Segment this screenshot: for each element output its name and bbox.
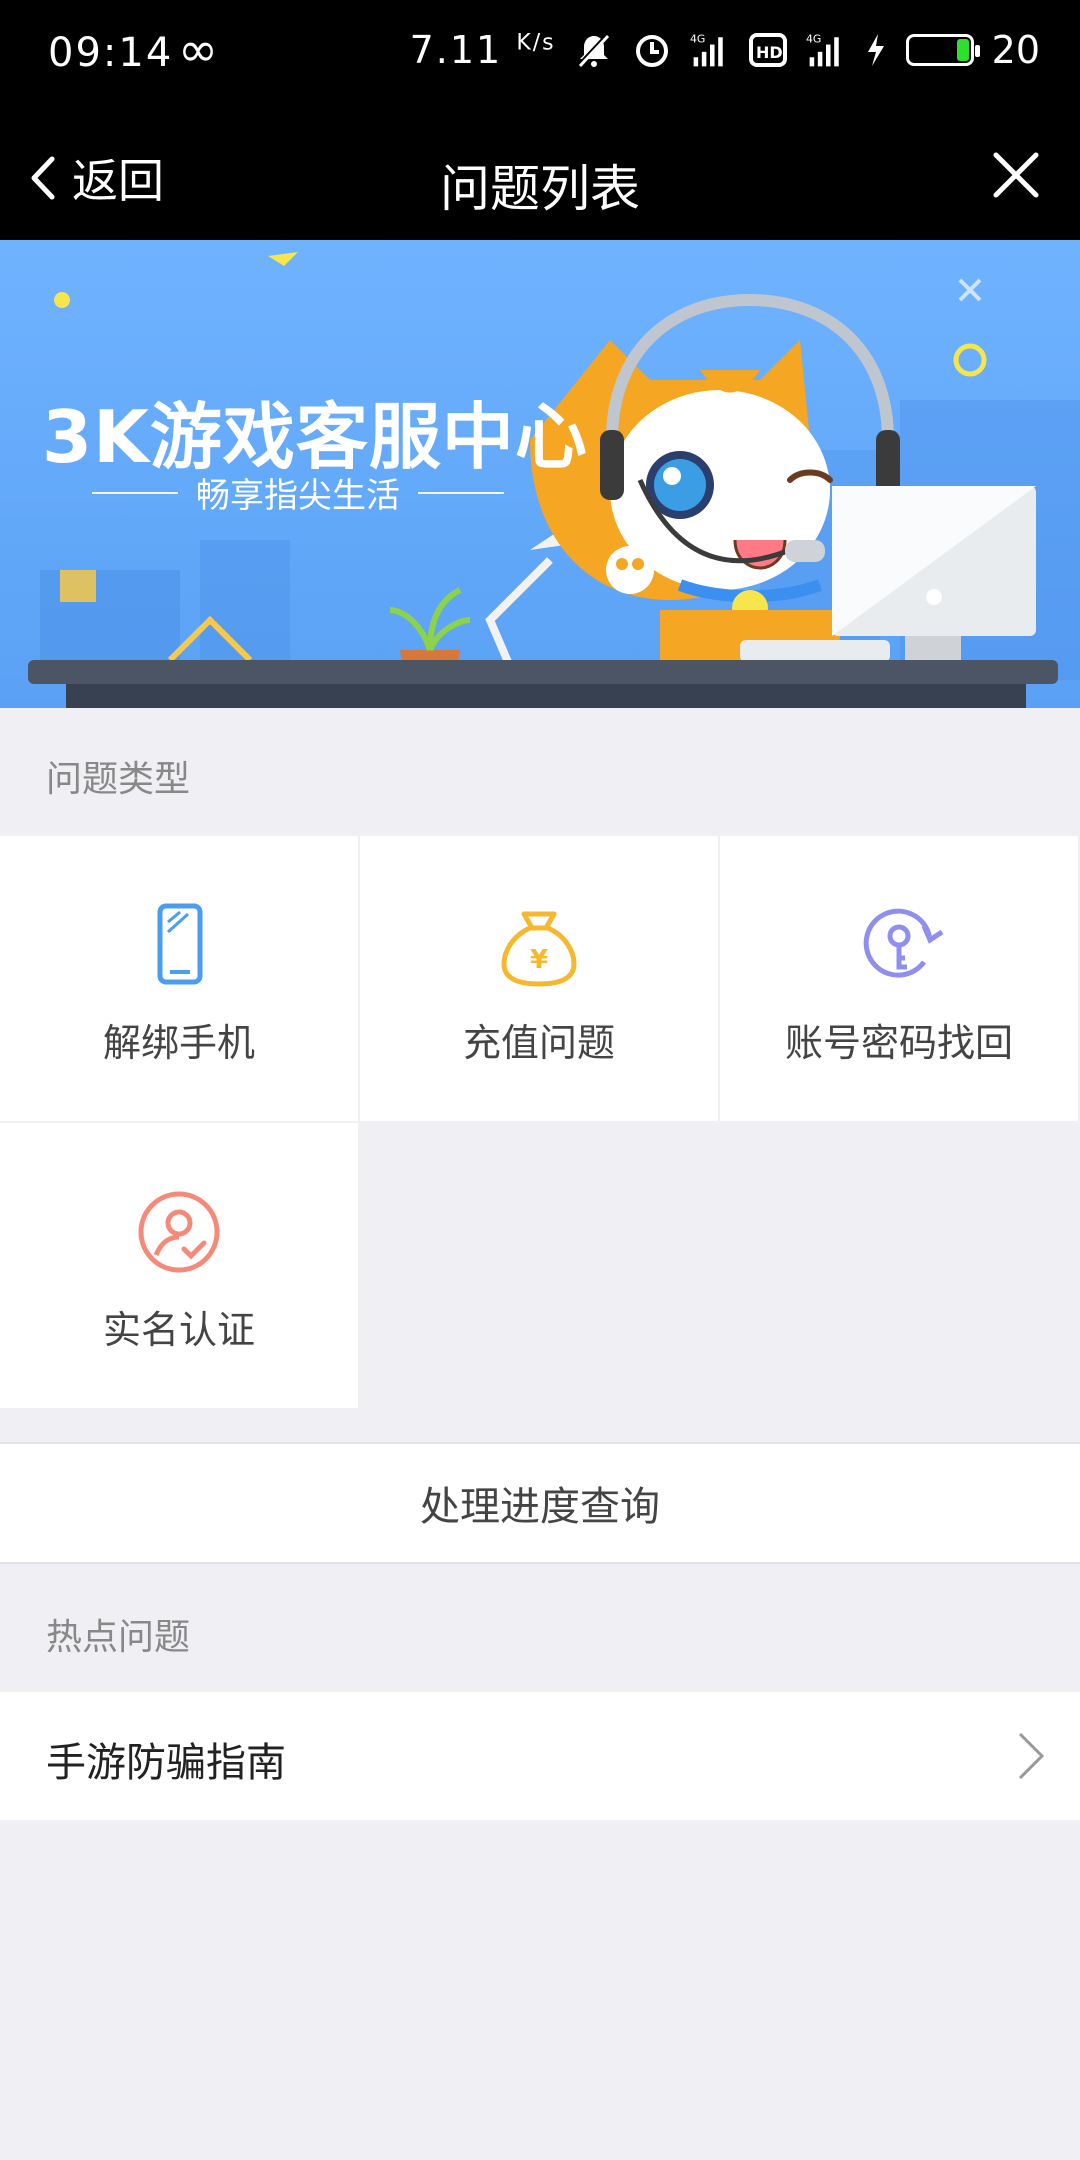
progress-query-button[interactable]: 处理进度查询: [0, 1442, 1080, 1564]
status-icons: 7.11 K/s 4G HD 4G 20: [410, 28, 1040, 72]
user-verify-icon: [138, 1191, 220, 1273]
divider: [92, 491, 178, 494]
battery-level: 20: [991, 28, 1040, 72]
status-bar: 09:14 ∞ 7.11 K/s 4G HD 4G 20: [0, 0, 1080, 115]
nav-bar: 返回 问题列表: [0, 115, 1080, 240]
infinity-icon: ∞: [178, 22, 218, 78]
grid-item-label: 充值问题: [462, 1021, 615, 1065]
section-label-hot-issues: 热点问题: [46, 1617, 191, 1658]
status-time: 09:14: [48, 30, 174, 76]
list-item-anti-fraud-guide[interactable]: 手游防骗指南: [0, 1692, 1080, 1820]
phone-icon: [157, 903, 203, 985]
divider: [418, 491, 504, 494]
network-speed: 7.11 K/s: [409, 28, 556, 72]
page-title: 问题列表: [440, 160, 640, 218]
grid-item-label: 实名认证: [102, 1308, 255, 1352]
alarm-icon: [635, 35, 668, 67]
grid-item-password-recovery[interactable]: 账号密码找回: [720, 836, 1078, 1121]
muted-bell-icon: [578, 32, 610, 68]
progress-query-label: 处理进度查询: [420, 1484, 660, 1530]
svg-text:¥: ¥: [530, 945, 548, 975]
hd-icon: HD: [748, 33, 787, 67]
svg-text:HD: HD: [756, 43, 783, 62]
grid-item-unbind-phone[interactable]: 解绑手机: [0, 836, 358, 1121]
svg-text:4G: 4G: [690, 33, 705, 46]
money-bag-icon: ¥: [501, 911, 577, 987]
chevron-right-icon: [1018, 1732, 1045, 1780]
section-label-problem-types: 问题类型: [46, 759, 191, 800]
close-icon[interactable]: [986, 145, 1046, 205]
key-refresh-icon: [863, 908, 944, 978]
grid-item-recharge[interactable]: ¥ 充值问题: [360, 836, 718, 1121]
signal-4g-icon: 4G: [806, 33, 839, 67]
banner: 3K游戏客服中心 畅享指尖生活: [0, 240, 1080, 708]
grid-item-label: 账号密码找回: [784, 1021, 1013, 1065]
battery-icon: [905, 34, 980, 66]
grid-item-real-name-verification[interactable]: 实名认证: [0, 1123, 358, 1408]
banner-subtitle: 畅享指尖生活: [92, 468, 504, 517]
charging-icon: [867, 34, 884, 66]
svg-text:4G: 4G: [806, 33, 821, 46]
list-item-label: 手游防骗指南: [46, 1740, 286, 1786]
grid-item-label: 解绑手机: [102, 1021, 255, 1065]
signal-4g-icon: 4G: [690, 33, 723, 67]
